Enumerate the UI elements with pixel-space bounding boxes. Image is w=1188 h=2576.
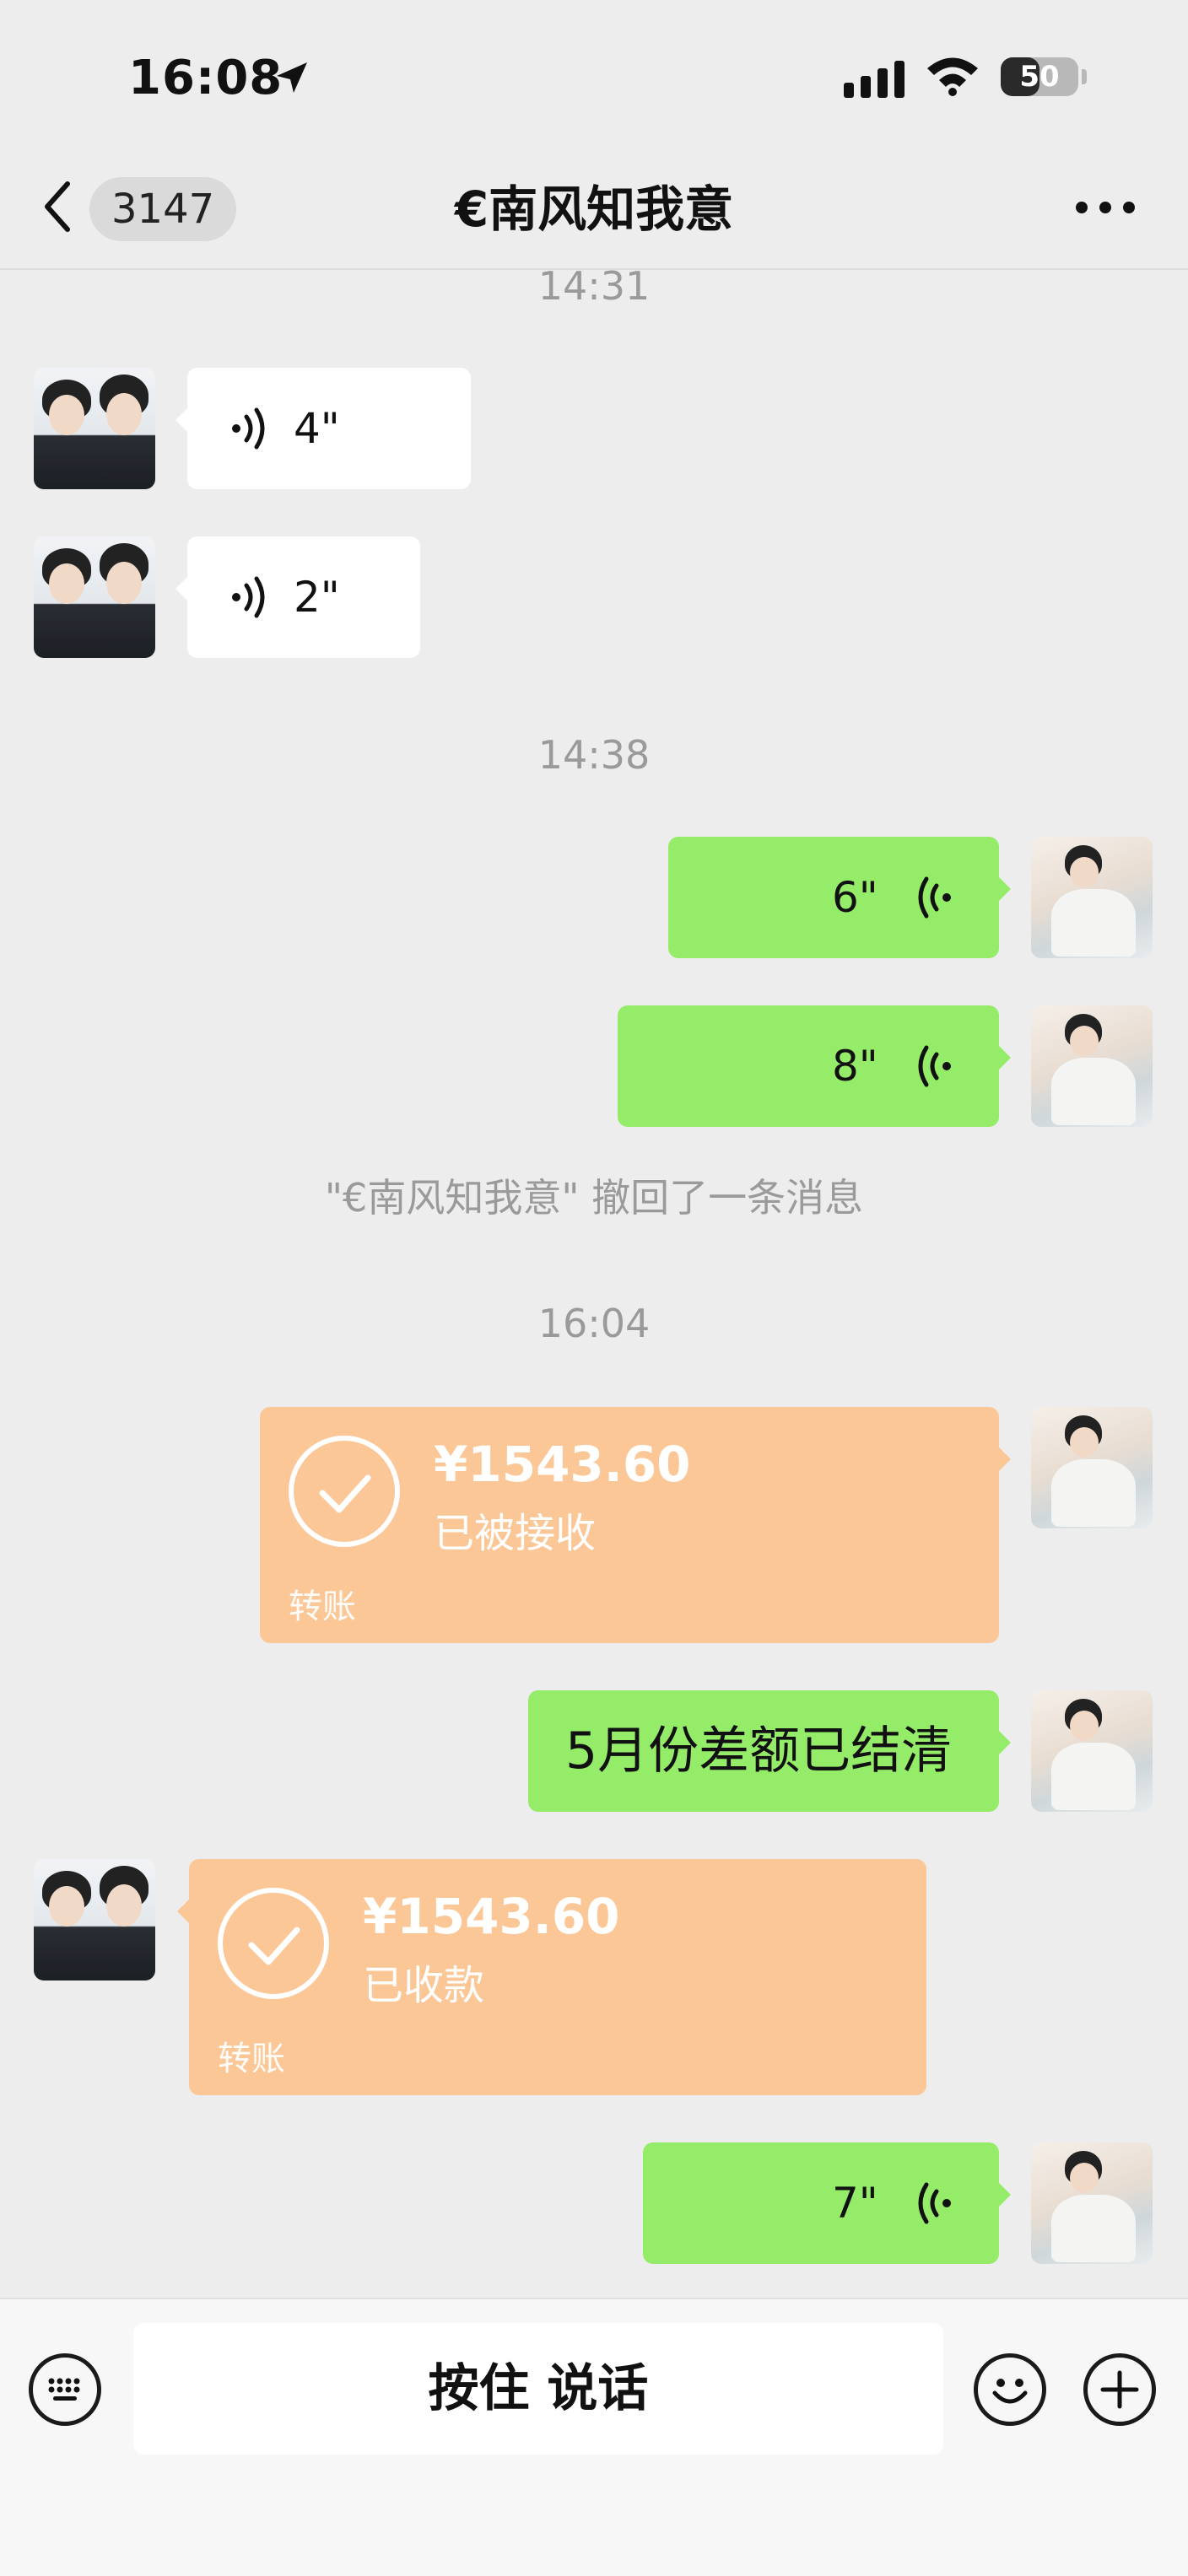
transfer-amount: ¥1543.60 bbox=[434, 1436, 691, 1493]
voice-message-bubble[interactable]: 6" bbox=[668, 837, 1011, 958]
voice-message-bubble[interactable]: 4" bbox=[176, 368, 471, 489]
keyboard-icon bbox=[48, 2378, 80, 2401]
voice-duration: 8" bbox=[832, 1042, 878, 1091]
contact-avatar[interactable] bbox=[34, 536, 155, 658]
voice-wave-icon bbox=[918, 1045, 951, 1087]
recall-notice: "€南风知我意" 撤回了一条消息 bbox=[324, 1175, 864, 1221]
keyboard-button[interactable] bbox=[29, 2353, 101, 2426]
battery-nub bbox=[1082, 69, 1087, 84]
voice-wave-icon bbox=[232, 576, 265, 618]
transfer-label: 转账 bbox=[218, 2040, 285, 2078]
my-avatar[interactable] bbox=[1031, 837, 1153, 958]
voice-duration: 6" bbox=[832, 873, 878, 922]
contact-avatar[interactable] bbox=[34, 1859, 155, 1981]
check-circle-icon bbox=[289, 1436, 400, 1547]
voice-wave-icon bbox=[918, 876, 951, 919]
voice-duration: 2" bbox=[294, 573, 340, 622]
contact-avatar[interactable] bbox=[34, 368, 155, 489]
wifi-icon bbox=[927, 57, 978, 96]
hold-to-talk-button[interactable]: 按住 说话 bbox=[133, 2323, 943, 2455]
transfer-card[interactable]: ¥1543.60 已收款 转账 bbox=[177, 1859, 926, 2095]
transfer-status: 已收款 bbox=[363, 1962, 485, 2009]
voice-message-bubble[interactable]: 2" bbox=[176, 536, 420, 658]
timestamp: 14:38 bbox=[537, 732, 651, 778]
emoji-icon bbox=[992, 2379, 1028, 2404]
transfer-label: 转账 bbox=[289, 1587, 356, 1626]
voice-duration: 7" bbox=[832, 2179, 878, 2228]
transfer-card[interactable]: ¥1543.60 已被接收 转账 bbox=[260, 1407, 1011, 1643]
text-message-bubble[interactable]: 5月份差额已结清 bbox=[528, 1690, 1011, 1812]
transfer-status: 已被接收 bbox=[434, 1510, 597, 1557]
chat-title: €南风知我意 bbox=[454, 181, 734, 238]
voice-wave-icon bbox=[918, 2182, 951, 2224]
voice-message-bubble[interactable]: 8" bbox=[618, 1005, 1011, 1127]
more-options-button[interactable] bbox=[1072, 191, 1139, 224]
my-avatar[interactable] bbox=[1031, 2142, 1153, 2264]
voice-wave-icon bbox=[232, 407, 265, 450]
emoji-button[interactable] bbox=[974, 2353, 1046, 2426]
battery-percent: 50 bbox=[1019, 60, 1060, 94]
my-avatar[interactable] bbox=[1031, 1407, 1153, 1528]
battery-icon: 50 bbox=[1001, 57, 1078, 96]
voice-duration: 4" bbox=[294, 404, 340, 453]
signal-icon bbox=[844, 61, 904, 98]
transfer-amount: ¥1543.60 bbox=[363, 1888, 620, 1945]
more-actions-button[interactable] bbox=[1083, 2353, 1156, 2426]
my-avatar[interactable] bbox=[1031, 1690, 1153, 1812]
my-avatar[interactable] bbox=[1031, 1005, 1153, 1127]
timestamp: 14:31 bbox=[537, 263, 651, 309]
message-text: 5月份差额已结清 bbox=[565, 1722, 953, 1781]
voice-message-bubble[interactable]: 7" bbox=[643, 2142, 1011, 2264]
location-arrow-icon bbox=[277, 62, 307, 93]
plus-icon bbox=[1100, 2370, 1139, 2409]
status-time: 16:08 bbox=[128, 51, 284, 105]
timestamp: 16:04 bbox=[537, 1301, 651, 1346]
check-circle-icon bbox=[218, 1888, 329, 1999]
